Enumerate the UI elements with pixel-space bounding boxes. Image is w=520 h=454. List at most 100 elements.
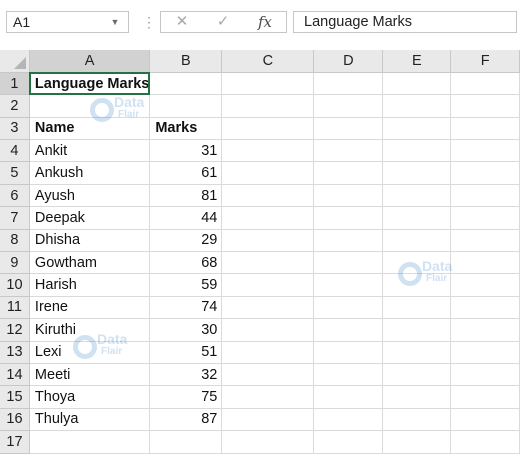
row-header[interactable]: 16	[0, 408, 30, 432]
row-header[interactable]: 5	[0, 161, 30, 185]
cell-d[interactable]	[313, 273, 384, 297]
row-header[interactable]: 15	[0, 385, 30, 409]
cell-c[interactable]	[221, 94, 315, 118]
cell-c[interactable]	[221, 385, 315, 409]
row-header[interactable]: 8	[0, 229, 30, 253]
row-header[interactable]: 6	[0, 184, 30, 208]
cell-a[interactable]: Deepak	[29, 206, 151, 230]
cell-a[interactable]: Ankush	[29, 161, 151, 185]
cell-f[interactable]	[450, 72, 520, 96]
cell-a[interactable]: Ayush	[29, 184, 151, 208]
cell-c[interactable]	[221, 408, 315, 432]
cell-b[interactable]	[149, 72, 223, 96]
column-header-a[interactable]: A	[29, 50, 151, 73]
cell-b[interactable]: 68	[149, 251, 223, 275]
cell-a[interactable]: Thulya	[29, 408, 151, 432]
chevron-down-icon[interactable]: ▼	[110, 16, 120, 28]
cell-d[interactable]	[313, 139, 384, 163]
cell-f[interactable]	[450, 206, 520, 230]
cell-e[interactable]	[382, 117, 452, 141]
cell-d[interactable]	[313, 94, 384, 118]
cell-b[interactable]: 75	[149, 385, 223, 409]
row-header[interactable]: 9	[0, 251, 30, 275]
column-header-f[interactable]: F	[450, 50, 520, 73]
cell-b[interactable]: 44	[149, 206, 223, 230]
row-header[interactable]: 10	[0, 273, 30, 297]
cell-e[interactable]	[382, 161, 452, 185]
row-header[interactable]: 3	[0, 117, 30, 141]
cell-e[interactable]	[382, 341, 452, 364]
cell-c[interactable]	[221, 341, 315, 364]
cell-d[interactable]	[313, 229, 384, 253]
row-header[interactable]: 11	[0, 296, 30, 320]
cell-c[interactable]	[221, 161, 315, 185]
cell-e[interactable]	[382, 296, 452, 320]
cell-f[interactable]	[450, 430, 520, 454]
cell-d[interactable]	[313, 251, 384, 275]
cell-b[interactable]	[149, 430, 223, 454]
cell-c[interactable]	[221, 229, 315, 253]
row-header[interactable]: 1	[0, 72, 30, 96]
cell-f[interactable]	[450, 296, 520, 320]
cell-b[interactable]	[149, 94, 223, 118]
cell-c[interactable]	[221, 117, 315, 141]
cell-d[interactable]	[313, 408, 384, 432]
cell-d[interactable]	[313, 206, 384, 230]
cell-f[interactable]	[450, 139, 520, 163]
cell-b[interactable]: 30	[149, 318, 223, 342]
cell-a[interactable]: Dhisha	[29, 229, 151, 253]
cell-c[interactable]	[221, 251, 315, 275]
cell-e[interactable]	[382, 94, 452, 118]
cell-d[interactable]	[313, 318, 384, 342]
cell-d[interactable]	[313, 72, 384, 96]
cell-d[interactable]	[313, 385, 384, 409]
column-header-d[interactable]: D	[313, 50, 384, 73]
cell-e[interactable]	[382, 408, 452, 432]
cell-a[interactable]: Harish	[29, 273, 151, 297]
cell-d[interactable]	[313, 117, 384, 141]
cell-c[interactable]	[221, 296, 315, 320]
cell-d[interactable]	[313, 430, 384, 454]
column-header-c[interactable]: C	[221, 50, 315, 73]
cell-e[interactable]	[382, 139, 452, 163]
column-header-b[interactable]: B	[149, 50, 223, 73]
cell-b[interactable]: Marks	[149, 117, 223, 141]
cell-f[interactable]	[450, 363, 520, 387]
cell-f[interactable]	[450, 318, 520, 342]
cell-f[interactable]	[450, 341, 520, 364]
row-header[interactable]: 17	[0, 430, 30, 454]
cell-e[interactable]	[382, 318, 452, 342]
cell-c[interactable]	[221, 273, 315, 297]
row-header[interactable]: 4	[0, 139, 30, 163]
cell-b[interactable]: 59	[149, 273, 223, 297]
cell-f[interactable]	[450, 94, 520, 118]
cell-f[interactable]	[450, 229, 520, 253]
cell-c[interactable]	[221, 139, 315, 163]
cell-c[interactable]	[221, 72, 315, 96]
cell-e[interactable]	[382, 363, 452, 387]
cell-c[interactable]	[221, 363, 315, 387]
cell-b[interactable]: 32	[149, 363, 223, 387]
cell-d[interactable]	[313, 296, 384, 320]
cell-c[interactable]	[221, 318, 315, 342]
cell-b[interactable]: 74	[149, 296, 223, 320]
cell-a[interactable]: Name	[29, 117, 151, 141]
cell-c[interactable]	[221, 184, 315, 208]
column-header-e[interactable]: E	[382, 50, 452, 73]
cell-f[interactable]	[450, 161, 520, 185]
close-icon[interactable]: ✕	[167, 12, 197, 32]
cell-a[interactable]: Irene	[29, 296, 151, 320]
cell-d[interactable]	[313, 184, 384, 208]
cell-e[interactable]	[382, 229, 452, 253]
name-box[interactable]: A1 ▼	[6, 11, 129, 33]
cell-b[interactable]: 87	[149, 408, 223, 432]
cell-e[interactable]	[382, 206, 452, 230]
cell-b[interactable]: 61	[149, 161, 223, 185]
check-icon[interactable]: ✓	[208, 12, 238, 32]
cell-c[interactable]	[221, 430, 315, 454]
row-header[interactable]: 13	[0, 341, 30, 364]
cell-f[interactable]	[450, 251, 520, 275]
cell-d[interactable]	[313, 341, 384, 364]
row-header[interactable]: 7	[0, 206, 30, 230]
cell-d[interactable]	[313, 161, 384, 185]
